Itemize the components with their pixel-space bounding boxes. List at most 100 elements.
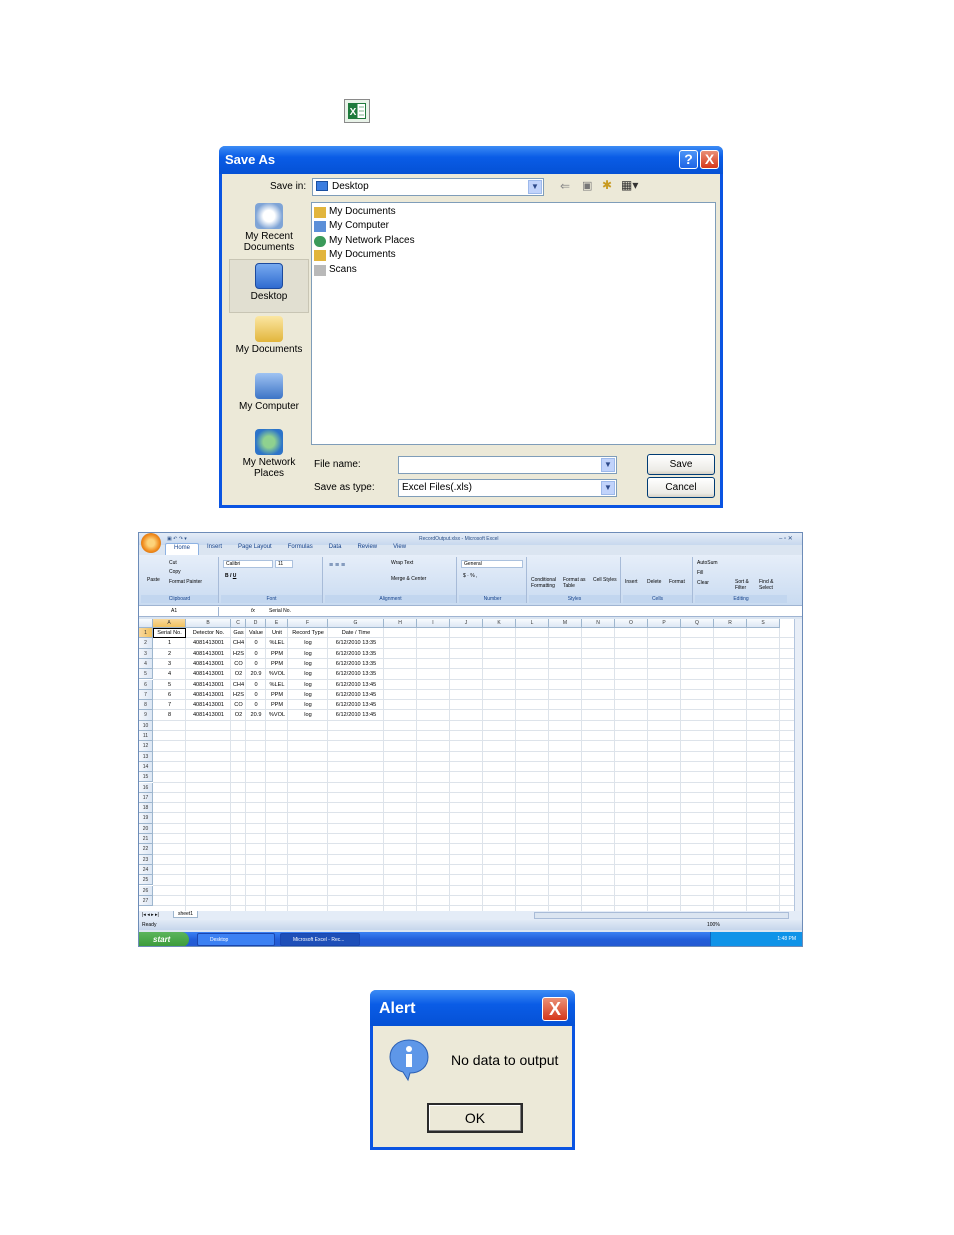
table-cell[interactable]: Unit	[266, 628, 288, 638]
tab-review[interactable]: Review	[349, 543, 385, 555]
window-controls[interactable]: – ▫ ✕	[779, 535, 793, 542]
column-header[interactable]: D	[246, 619, 266, 628]
wrap-text-button[interactable]: Wrap Text	[391, 560, 413, 566]
table-cell[interactable]: Gas	[231, 628, 246, 638]
list-item[interactable]: My Computer	[314, 219, 389, 233]
up-folder-icon[interactable]: ▣	[582, 179, 592, 192]
save-type-select[interactable]: Excel Files(.xls) ▼	[398, 479, 617, 497]
table-cell[interactable]: 6/12/2010 13:45	[328, 680, 384, 690]
place-my-computer[interactable]: My Computer	[229, 373, 309, 427]
ok-button[interactable]: OK	[427, 1103, 523, 1133]
column-header[interactable]: L	[516, 619, 549, 628]
column-header[interactable]: O	[615, 619, 648, 628]
font-size-select[interactable]: 11	[275, 560, 293, 568]
place-my-documents[interactable]: My Documents	[229, 316, 309, 370]
sort-filter-button[interactable]: Sort & Filter	[735, 579, 757, 591]
table-cell[interactable]: %LEL	[266, 680, 288, 690]
column-header[interactable]: C	[231, 619, 246, 628]
close-button[interactable]: X	[700, 150, 719, 169]
currency-icon[interactable]: $ · % ,	[463, 573, 477, 579]
table-cell[interactable]: log	[288, 669, 328, 679]
autosum-button[interactable]: AutoSum	[697, 560, 718, 566]
table-cell[interactable]: 2	[153, 649, 186, 659]
paste-button[interactable]: Paste	[147, 577, 160, 583]
cell-styles-button[interactable]: Cell Styles	[593, 577, 617, 583]
table-cell[interactable]: PPM	[266, 659, 288, 669]
table-cell[interactable]: 6/12/2010 13:35	[328, 649, 384, 659]
row-header[interactable]: 2	[139, 638, 153, 649]
row-header[interactable]: 16	[139, 782, 153, 793]
worksheet-grid[interactable]: A B C D E F G H I J K L M N O P Q R S 1 2 3 4 5 6 7 8 9 10 11 12 13 14 15…	[139, 619, 794, 911]
table-cell[interactable]: O2	[231, 669, 246, 679]
list-item[interactable]: Scans	[314, 263, 357, 277]
views-menu-icon[interactable]: ▦▾	[621, 178, 638, 192]
new-folder-icon[interactable]: ✱	[602, 178, 612, 192]
table-cell[interactable]: 0	[246, 649, 266, 659]
taskbar-item-desktop[interactable]: Desktop	[197, 933, 275, 946]
row-header[interactable]: 21	[139, 834, 153, 845]
save-button[interactable]: Save	[647, 454, 715, 475]
tab-formulas[interactable]: Formulas	[280, 543, 321, 555]
table-cell[interactable]: 1	[153, 638, 186, 648]
column-header[interactable]: K	[483, 619, 516, 628]
back-arrow-icon[interactable]: ⇐	[560, 179, 570, 193]
name-box[interactable]: A1	[141, 607, 219, 616]
excel-icon[interactable]: X	[344, 99, 370, 123]
table-cell[interactable]: 4081413001	[186, 680, 231, 690]
table-cell[interactable]: 7	[153, 700, 186, 710]
table-cell[interactable]: 6	[153, 690, 186, 700]
row-header[interactable]: 15	[139, 772, 153, 783]
fx-icon[interactable]: fx	[251, 607, 255, 616]
row-header[interactable]: 11	[139, 731, 153, 742]
column-header[interactable]: F	[288, 619, 328, 628]
table-cell[interactable]: 0	[246, 638, 266, 648]
tab-data[interactable]: Data	[321, 543, 350, 555]
row-header[interactable]: 5	[139, 669, 153, 680]
help-button[interactable]: ?	[679, 150, 698, 169]
row-header[interactable]: 9	[139, 710, 153, 721]
row-header[interactable]: 20	[139, 823, 153, 834]
table-cell[interactable]: PPM	[266, 649, 288, 659]
tab-view[interactable]: View	[385, 543, 414, 555]
select-all-corner[interactable]	[139, 619, 153, 628]
table-cell[interactable]: log	[288, 710, 328, 720]
close-button[interactable]: X	[542, 997, 568, 1021]
column-header[interactable]: B	[186, 619, 231, 628]
row-header[interactable]: 12	[139, 741, 153, 752]
column-header[interactable]: I	[417, 619, 450, 628]
row-header[interactable]: 26	[139, 885, 153, 896]
row-header[interactable]: 10	[139, 720, 153, 731]
table-cell[interactable]: Date / Time	[328, 628, 384, 638]
row-header[interactable]: 17	[139, 792, 153, 804]
table-cell[interactable]: CO	[231, 659, 246, 669]
table-cell[interactable]: 4	[153, 669, 186, 679]
table-cell[interactable]: PPM	[266, 690, 288, 700]
table-cell[interactable]: PPM	[266, 700, 288, 710]
file-name-input[interactable]: ▼	[398, 456, 617, 474]
quick-access-toolbar[interactable]: ▣ ↶ ↷ ▾	[167, 536, 187, 542]
column-header[interactable]: H	[384, 619, 417, 628]
row-header[interactable]: 25	[139, 875, 153, 886]
table-cell[interactable]: log	[288, 638, 328, 648]
horizontal-scrollbar[interactable]	[534, 912, 789, 919]
office-button[interactable]	[141, 533, 161, 553]
table-cell[interactable]: H2S	[231, 649, 246, 659]
table-cell[interactable]: 6/12/2010 13:35	[328, 659, 384, 669]
find-select-button[interactable]: Find & Select	[759, 579, 783, 591]
place-recent-documents[interactable]: My Recent Documents	[229, 203, 309, 259]
vertical-scrollbar[interactable]	[794, 619, 802, 911]
start-button[interactable]: start	[139, 932, 189, 946]
font-name-select[interactable]: Calibri	[223, 560, 273, 568]
table-cell[interactable]: Detector No.	[186, 628, 231, 638]
table-cell[interactable]: CH4	[231, 680, 246, 690]
table-cell[interactable]: 4081413001	[186, 710, 231, 720]
table-cell[interactable]: 6/12/2010 13:45	[328, 690, 384, 700]
table-cell[interactable]: log	[288, 649, 328, 659]
column-header[interactable]: J	[450, 619, 483, 628]
table-cell[interactable]: 5	[153, 680, 186, 690]
table-cell[interactable]: %LEL	[266, 638, 288, 648]
list-item[interactable]: My Network Places	[314, 234, 415, 248]
copy-button[interactable]: Copy	[169, 569, 181, 575]
table-cell[interactable]: H2S	[231, 690, 246, 700]
insert-cells-button[interactable]: Insert	[625, 579, 638, 585]
